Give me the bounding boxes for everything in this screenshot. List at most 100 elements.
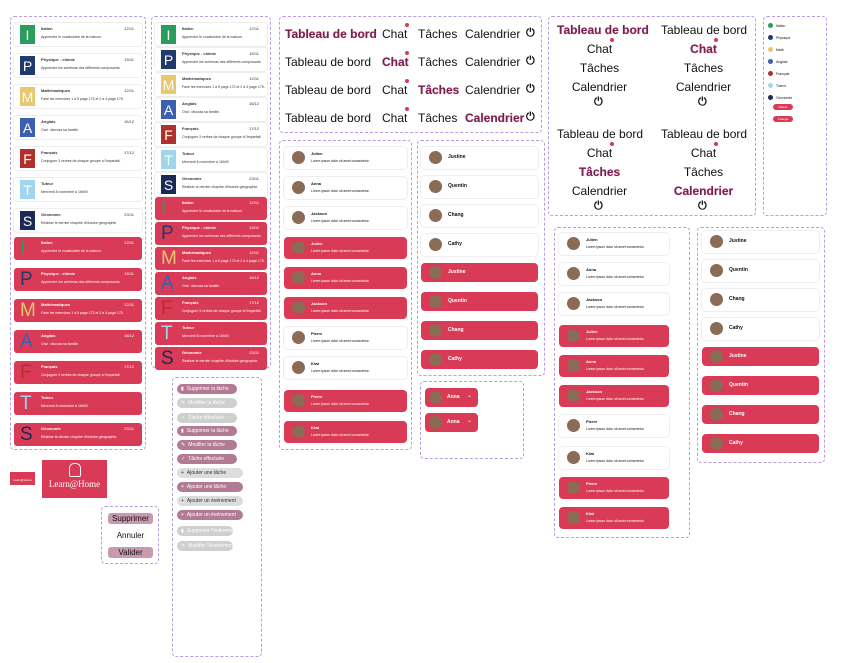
nav-calendar[interactable]: Calendrier [661,80,746,94]
nav-tasks[interactable]: Tâches [661,165,746,179]
contact-row[interactable]: Anna Lorem ipsum dolor sit amet consectet… [284,177,407,199]
power-icon[interactable]: ⏻ [698,96,707,109]
nav-chat[interactable]: Chat [382,111,407,125]
subject-card[interactable]: A Anglais Oral : discuss sa famille. 16/12 [14,330,142,353]
power-icon[interactable]: ⏻ [526,111,535,124]
action-button[interactable]: ▮ Supprimer la tâche [177,426,237,436]
nav-calendar[interactable]: Calendrier [557,80,642,94]
contact-row[interactable]: Chang [421,205,538,227]
nav-calendar[interactable]: Calendrier [465,83,520,97]
subject-card[interactable]: M Mathématiques Faire les exercices 1 à 5 … [155,73,267,96]
power-icon[interactable]: ⏻ [594,96,603,109]
contact-row[interactable]: Justine [702,347,819,366]
nav-dashboard[interactable]: Tableau de bord [557,23,649,37]
delete-button[interactable]: Supprimer [108,513,153,524]
contact-row[interactable]: Quentin [421,292,538,311]
contact-row[interactable]: Julien Lorem ipsum dolor sit amet consect… [284,237,407,259]
contact-row[interactable]: Anna Lorem ipsum dolor sit amet consectet… [284,267,407,289]
contact-row[interactable]: Pierre Lorem ipsum dolor sit amet consect… [284,327,407,349]
mini-item[interactable]: Anglais [768,59,787,64]
validate-button[interactable]: Valider [108,547,153,558]
subject-card[interactable]: F Français Conjuguer 3 verbes de chaque gr… [14,147,142,170]
power-icon[interactable]: ⏻ [526,55,535,68]
contact-row[interactable]: Kiwi Lorem ipsum dolor sit amet consectet… [284,421,407,443]
mini-button[interactable]: Delete [773,104,793,110]
contact-row[interactable]: Julien Lorem ipsum dolor sit amet consect… [559,233,669,255]
nav-chat[interactable]: Chat [382,83,407,97]
contact-row[interactable]: Quentin [421,176,538,198]
nav-calendar[interactable]: Calendrier [465,27,520,41]
power-icon[interactable]: ⏻ [526,83,535,96]
contact-row[interactable]: Jackson Lorem ipsum dolor sit amet consec… [559,293,669,315]
action-button[interactable]: ✎ Modifier l'événement [177,541,234,551]
nav-tasks[interactable]: Tâches [418,55,457,69]
action-button[interactable]: ✎ Modifier la tâche [177,440,237,450]
nav-calendar[interactable]: Calendrier [465,111,524,125]
contact-row[interactable]: Kiwi Lorem ipsum dolor sit amet consectet… [559,447,669,469]
subject-card[interactable]: A Anglais Oral : discuss sa famille. 16/12 [155,272,267,295]
subject-card[interactable]: I Italien Apprendre le vocabulaire de la m… [155,23,267,46]
nav-tasks[interactable]: Tâches [557,165,642,179]
nav-calendar[interactable]: Calendrier [557,184,642,198]
contact-row[interactable]: Jackson Lorem ipsum dolor sit amet consec… [284,297,407,319]
nav-tasks[interactable]: Tâches [661,61,746,75]
contact-row[interactable]: Anna Lorem ipsum dolor sit amet consectet… [559,355,669,377]
nav-chat[interactable]: Chat [557,42,642,56]
subject-card[interactable]: F Français Conjuguer 3 verbes de chaque gr… [155,297,267,320]
contact-row[interactable]: Justine [421,263,538,282]
subject-card[interactable]: M Mathématiques Faire les exercices 1 à 5 … [14,85,142,108]
subject-card[interactable]: P Physique - chimie Apprendre les schémas … [155,222,267,245]
mini-item[interactable]: Italien [768,23,785,28]
nav-chat[interactable]: Chat [661,42,746,56]
contact-row[interactable]: Chang [702,405,819,424]
subject-card[interactable]: S Géonomie Réaliser le dernier chapitre d'… [155,347,267,370]
contact-row[interactable]: Quentin [702,260,819,282]
subject-card[interactable]: A Anglais Oral : discuss sa famille. 16/12 [14,116,142,139]
contact-dropdown[interactable]: Anna ⌄ [425,413,478,432]
contact-row[interactable]: Pierre Lorem ipsum dolor sit amet consect… [284,390,407,412]
contact-row[interactable]: Cathy [421,350,538,369]
nav-calendar[interactable]: Calendrier [661,184,746,198]
nav-chat[interactable]: Chat [661,146,746,160]
contact-dropdown[interactable]: Anna ⌄ [425,388,478,407]
subject-card[interactable]: A Anglais Oral : discuss sa famille. 16/12 [155,98,267,121]
subject-card[interactable]: P Physique - chimie Apprendre les schémas … [14,54,142,77]
nav-calendar[interactable]: Calendrier [465,55,520,69]
nav-dashboard[interactable]: Tableau de bord [557,127,643,141]
nav-dashboard[interactable]: Tableau de bord [285,83,371,97]
nav-tasks[interactable]: Tâches [557,61,642,75]
contact-row[interactable]: Quentin [702,376,819,395]
mini-item[interactable]: Math [768,47,784,52]
nav-chat[interactable]: Chat [382,55,409,69]
action-button[interactable]: ▮ Supprimer l'événement [177,526,238,536]
contact-row[interactable]: Chang [702,289,819,311]
subject-card[interactable]: F Français Conjuguer 3 verbes de chaque gr… [14,361,142,384]
contact-row[interactable]: Pierre Lorem ipsum dolor sit amet consect… [559,415,669,437]
subject-card[interactable]: M Mathématiques Faire les exercices 1 à 5 … [14,299,142,322]
subject-card[interactable]: S Géonomie Réaliser le dernier chapitre d'… [14,209,142,232]
nav-chat[interactable]: Chat [557,146,642,160]
contact-row[interactable]: Cathy [702,318,819,340]
contact-row[interactable]: Cathy [421,234,538,256]
subject-card[interactable]: P Physique - chimie Apprendre les schémas … [14,268,142,291]
mini-item[interactable]: Physique [768,35,790,40]
power-icon[interactable]: ⏻ [698,200,707,213]
action-button[interactable]: ✓ Tâche effectuée [177,413,237,423]
subject-card[interactable]: I Italien Apprendre le vocabulaire de la m… [155,197,267,220]
subject-card[interactable]: T Tuteur Mercredi 8 novembre à 16h00 [14,178,142,201]
subject-card[interactable]: F Français Conjuguer 3 verbes de chaque gr… [155,123,267,146]
contact-row[interactable]: Anna Lorem ipsum dolor sit amet consectet… [559,263,669,285]
contact-row[interactable]: Justine [702,231,819,253]
subject-card[interactable]: T Tuteur Mercredi 8 novembre à 16h00 [155,322,267,345]
subject-card[interactable]: T Tuteur Mercredi 8 novembre à 16h00 [14,392,142,415]
contact-row[interactable]: Pierre Lorem ipsum dolor sit amet consect… [559,477,669,499]
contact-row[interactable]: Jackson Lorem ipsum dolor sit amet consec… [559,385,669,407]
action-button[interactable]: + Ajouter une tâche [177,468,243,478]
power-icon[interactable]: ⏻ [594,200,603,213]
nav-tasks[interactable]: Tâches [418,111,457,125]
contact-row[interactable]: Justine [421,147,538,169]
action-button[interactable]: ✎ Modifier la tâche [177,398,237,408]
subject-card[interactable]: T Tuteur Mercredi 8 novembre à 16h00 [155,148,267,171]
contact-row[interactable]: Julien Lorem ipsum dolor sit amet consect… [284,147,407,169]
subject-card[interactable]: S Géonomie Réaliser le dernier chapitre d'… [14,423,142,446]
